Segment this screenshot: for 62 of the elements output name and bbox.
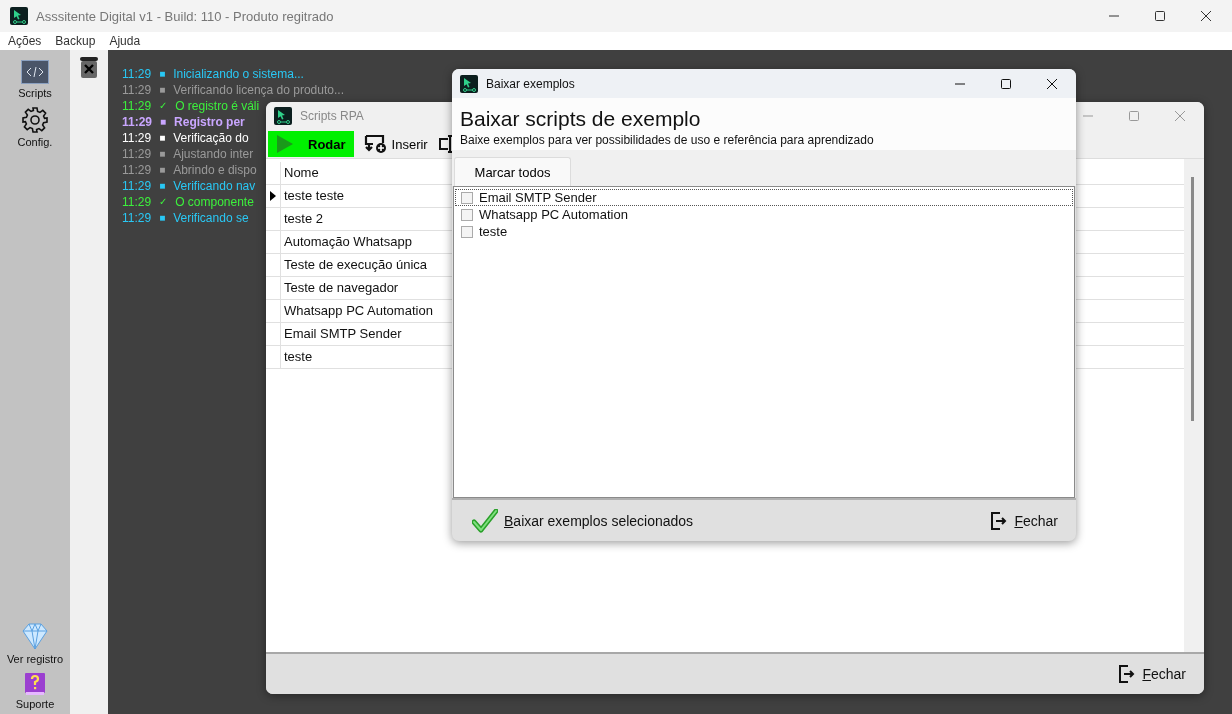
- app-logo-icon: [10, 7, 28, 25]
- scrollbar[interactable]: [1184, 159, 1204, 652]
- trash-icon[interactable]: [80, 56, 98, 78]
- log-line: 11:29 ■ Verificação do: [122, 130, 249, 146]
- play-icon: [276, 134, 294, 154]
- insert-button[interactable]: Inserir: [359, 131, 432, 157]
- row-pointer-icon: [270, 191, 276, 201]
- table-cell-text: Teste de execução única: [283, 256, 428, 274]
- help-book-icon: [25, 673, 45, 695]
- log-line: 11:29 ■ Abrindo e dispo: [122, 162, 257, 178]
- table-cell-text: teste teste: [283, 187, 344, 205]
- checkbox[interactable]: [461, 225, 473, 238]
- close-button[interactable]: Fechar: [1114, 662, 1190, 686]
- window-title: Asssitente Digital v1 - Build: 110 - Produto regitrado: [36, 8, 334, 24]
- log-line: 11:29 ■ Registro per: [122, 114, 245, 130]
- table-cell-text: Teste de navegador: [283, 279, 399, 297]
- log-line: 11:29 ■ Verificando se: [122, 210, 249, 226]
- diamond-icon: [22, 622, 48, 650]
- window-title: Baixar exemplos: [486, 76, 575, 91]
- close-button[interactable]: Fechar: [986, 508, 1062, 533]
- sidebar-item[interactable]: Scripts: [18, 60, 52, 99]
- run-button[interactable]: Rodar: [268, 131, 354, 157]
- exit-icon: [1118, 664, 1137, 684]
- checkbox-item[interactable]: Whatsapp PC Automation: [455, 206, 1073, 223]
- close-icon[interactable]: [1200, 10, 1212, 22]
- app-logo-icon: [274, 107, 292, 125]
- dialog-heading: Baixar scripts de exemplo: [460, 106, 702, 132]
- maximize-icon[interactable]: [1000, 77, 1012, 90]
- table-cell-text: Email SMTP Sender: [283, 325, 402, 343]
- table-cell-text: teste 2: [283, 210, 324, 228]
- log-line: 11:29 ■ Verificando nav: [122, 178, 256, 194]
- menu-item[interactable]: Ações: [8, 34, 42, 48]
- exit-icon: [990, 510, 1009, 531]
- table-cell-text: Whatsapp PC Automation: [283, 302, 433, 320]
- sidebar-item[interactable]: Config.: [17, 107, 53, 148]
- log-line: 11:29 ■ Inicializando o sistema...: [122, 66, 304, 82]
- sidebar-item[interactable]: Ver registro: [6, 622, 64, 665]
- close-icon[interactable]: [1046, 77, 1058, 90]
- maximize-icon[interactable]: [1154, 10, 1166, 22]
- app-logo-icon: [460, 74, 478, 93]
- column-header: Nome: [283, 164, 319, 182]
- window-title: Scripts RPA: [300, 109, 364, 123]
- dialog-subtitle: Baixe exemplos para ver possibilidades de uso e referência para aprendizado: [460, 133, 875, 147]
- menu-item[interactable]: Backup: [55, 34, 96, 48]
- checkbox[interactable]: [461, 208, 473, 221]
- checkbox-item[interactable]: Email SMTP Sender: [455, 189, 1073, 206]
- log-line: 11:29 ✓ O componente: [122, 194, 254, 210]
- log-line: 11:29 ■ Verificando licença do produto...: [122, 82, 344, 98]
- select-all-button[interactable]: Marcar todos: [454, 157, 571, 186]
- menu-item[interactable]: Ajuda: [109, 34, 141, 48]
- checkmark-icon: [472, 508, 498, 533]
- download-button[interactable]: Baixar exemplos selecionados: [468, 506, 698, 535]
- gear-icon: [22, 107, 48, 133]
- insert-icon: [363, 134, 388, 154]
- sidebar-item[interactable]: Suporte: [15, 673, 55, 710]
- log-line: 11:29 ✓ O registro é váli: [122, 98, 260, 114]
- code-icon: [21, 60, 49, 84]
- table-cell-text: Automação Whatsapp: [283, 233, 412, 251]
- log-line: 11:29 ■ Ajustando inter: [122, 146, 254, 162]
- checkbox-item[interactable]: teste: [455, 223, 1073, 240]
- table-cell-text: teste: [283, 348, 313, 366]
- checkbox[interactable]: [461, 191, 473, 204]
